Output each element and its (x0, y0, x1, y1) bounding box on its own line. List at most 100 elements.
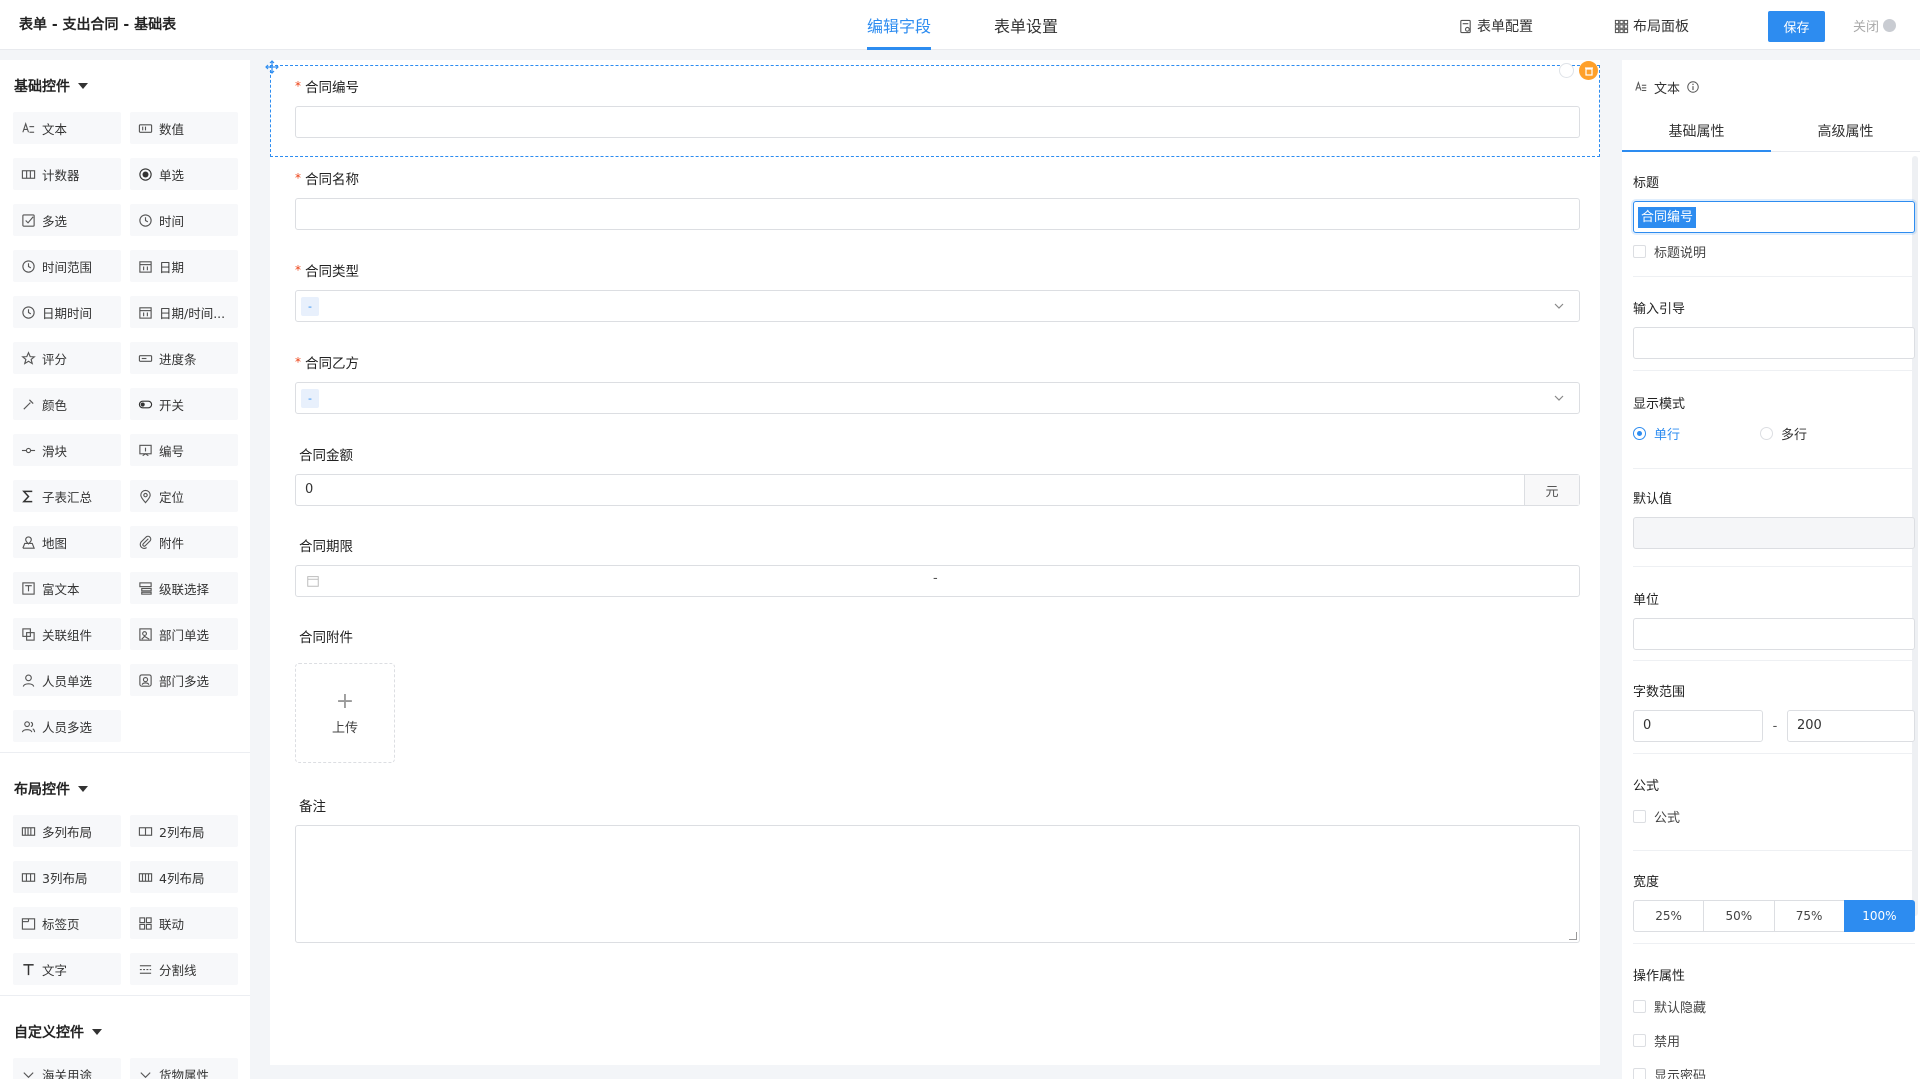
width-75[interactable]: 75% (1773, 900, 1845, 932)
palette-item-label: 日期/时间... (159, 305, 226, 321)
field-label: * 合同乙方 (295, 352, 1580, 372)
palette-item[interactable]: 海关用途 (13, 1058, 121, 1079)
palette-item[interactable]: 富文本 (13, 572, 121, 604)
placeholder-input[interactable] (1633, 327, 1915, 359)
tab-advanced-properties[interactable]: 高级属性 (1771, 114, 1920, 151)
palette-item[interactable]: 时间范围 (13, 250, 121, 282)
layout-panel-button[interactable]: 布局面板 (1614, 16, 1689, 36)
palette-group: 基础控件文本 数值 计数器 单选 多选 时间 时间范围 日期 日期时间 日期/时间... 评分 进度条… (0, 60, 250, 763)
display-mode-multi[interactable]: 多行 (1760, 424, 1807, 443)
palette-item[interactable]: 日期 (130, 250, 238, 282)
form-field[interactable]: 合同期限 - (295, 535, 1580, 597)
palette-item[interactable]: 开关 (130, 388, 238, 420)
formula-checkbox[interactable]: 公式 (1633, 806, 1915, 826)
display-mode-single[interactable]: 单行 (1633, 424, 1680, 443)
palette-item[interactable]: 数值 (130, 112, 238, 144)
palette-item[interactable]: 计数器 (13, 158, 121, 190)
palette-item[interactable]: 标签页 (13, 907, 121, 939)
palette-item[interactable]: 定位 (130, 480, 238, 512)
tab-basic-properties[interactable]: 基础属性 (1622, 114, 1771, 152)
width-100[interactable]: 100% (1843, 900, 1915, 932)
palette-item-label: 多列布局 (42, 824, 93, 840)
text-input[interactable] (295, 106, 1580, 138)
palette-item[interactable]: 文本 (13, 112, 121, 144)
form-config-button[interactable]: 表单配置 (1458, 16, 1533, 36)
palette-item[interactable]: 多列布局 (13, 815, 121, 847)
default-hidden-checkbox[interactable]: 默认隐藏 (1633, 996, 1915, 1016)
palette-item[interactable]: 日期时间 (13, 296, 121, 328)
palette-item[interactable]: 人员多选 (13, 710, 121, 742)
palette-item[interactable]: 部门多选 (130, 664, 238, 696)
palette-item[interactable]: 单选 (130, 158, 238, 190)
palette-item[interactable]: 编号 (130, 434, 238, 466)
form-field[interactable]: * 合同类型 - (295, 260, 1580, 322)
width-25[interactable]: 25% (1633, 900, 1705, 932)
palette-item[interactable]: 时间 (130, 204, 238, 236)
palette-item[interactable]: 进度条 (130, 342, 238, 374)
palette-item[interactable]: 部门单选 (130, 618, 238, 650)
palette-item[interactable]: 分割线 (130, 953, 238, 985)
palette-item[interactable]: 人员单选 (13, 664, 121, 696)
title-desc-checkbox[interactable]: 标题说明 (1633, 241, 1915, 261)
upload-button[interactable]: + 上传 (295, 663, 395, 763)
palette-item[interactable]: 日期/时间... (130, 296, 238, 328)
tab-form-settings[interactable]: 表单设置 (994, 13, 1058, 50)
show-password-checkbox[interactable]: 显示密码 (1633, 1064, 1915, 1079)
prop-placeholder-label: 输入引导 (1633, 302, 1686, 317)
length-min-input[interactable]: 0 (1633, 710, 1763, 742)
checkbox-box (1633, 244, 1646, 258)
palette-item[interactable]: 文字 (13, 953, 121, 985)
resize-handle-icon[interactable] (1569, 932, 1577, 940)
unit-input[interactable] (1633, 618, 1915, 650)
save-button[interactable]: 保存 (1768, 11, 1825, 42)
delete-field-icon[interactable] (1579, 61, 1598, 80)
width-50[interactable]: 50% (1703, 900, 1775, 932)
disabled-checkbox[interactable]: 禁用 (1633, 1030, 1915, 1050)
length-max-input[interactable]: 200 (1787, 710, 1915, 742)
info-icon[interactable] (1686, 80, 1700, 94)
palette-group-header[interactable]: 自定义控件 (0, 1006, 250, 1058)
palette-item[interactable]: 3列布局 (13, 861, 121, 893)
palette-item[interactable]: 级联选择 (130, 572, 238, 604)
form-field[interactable]: 合同金额 0 元 (295, 444, 1580, 506)
select-input[interactable]: - (295, 290, 1580, 322)
palette-item[interactable]: 货物属性 (130, 1058, 238, 1079)
palette-item[interactable]: 滑块 (13, 434, 121, 466)
palette-item-label: 文本 (42, 121, 68, 137)
palette-item[interactable]: 4列布局 (130, 861, 238, 893)
palette-item[interactable]: 附件 (130, 526, 238, 558)
prop-length: 字数范围 0 - 200 (1633, 681, 1915, 742)
tab-edit-fields[interactable]: 编辑字段 (867, 13, 932, 50)
move-handle-icon[interactable] (265, 60, 279, 74)
calendar-icon (307, 576, 319, 587)
palette-item[interactable]: 联动 (130, 907, 238, 939)
text-input[interactable] (295, 198, 1580, 230)
number-input[interactable]: 0元 (295, 474, 1580, 506)
palette-item[interactable]: 评分 (13, 342, 121, 374)
palette-group-header[interactable]: 基础控件 (0, 60, 250, 112)
palette-item[interactable]: 颜色 (13, 388, 121, 420)
textarea-input[interactable] (295, 825, 1580, 943)
palette-group-header[interactable]: 布局控件 (0, 763, 250, 815)
date-range-input[interactable]: - (295, 565, 1580, 597)
prop-title: 标题 合同编号 标题说明 (1633, 172, 1915, 261)
departments-icon (139, 673, 152, 687)
form-field[interactable]: * 合同乙方 - (295, 352, 1580, 414)
close-button[interactable]: 关闭 (1853, 16, 1897, 35)
palette-item[interactable]: 子表汇总 (13, 480, 121, 512)
divider (0, 752, 250, 753)
palette-item[interactable]: 关联组件 (13, 618, 121, 650)
palette-item[interactable]: 地图 (13, 526, 121, 558)
default-value-input[interactable] (1633, 517, 1915, 549)
form-field[interactable]: 合同附件 + 上传 (295, 626, 1580, 763)
form-field[interactable]: 备注 (295, 795, 1580, 943)
form-field[interactable]: * 合同名称 (295, 168, 1580, 230)
select-input[interactable]: - (295, 382, 1580, 414)
radio-icon (1633, 427, 1646, 440)
title-input[interactable]: 合同编号 (1633, 201, 1915, 233)
display-mode-multi-label: 多行 (1781, 428, 1808, 443)
close-label: 关闭 (1853, 20, 1880, 35)
palette-item[interactable]: 多选 (13, 204, 121, 236)
form-field[interactable]: * 合同编号 (295, 76, 1580, 138)
palette-item[interactable]: 2列布局 (130, 815, 238, 847)
